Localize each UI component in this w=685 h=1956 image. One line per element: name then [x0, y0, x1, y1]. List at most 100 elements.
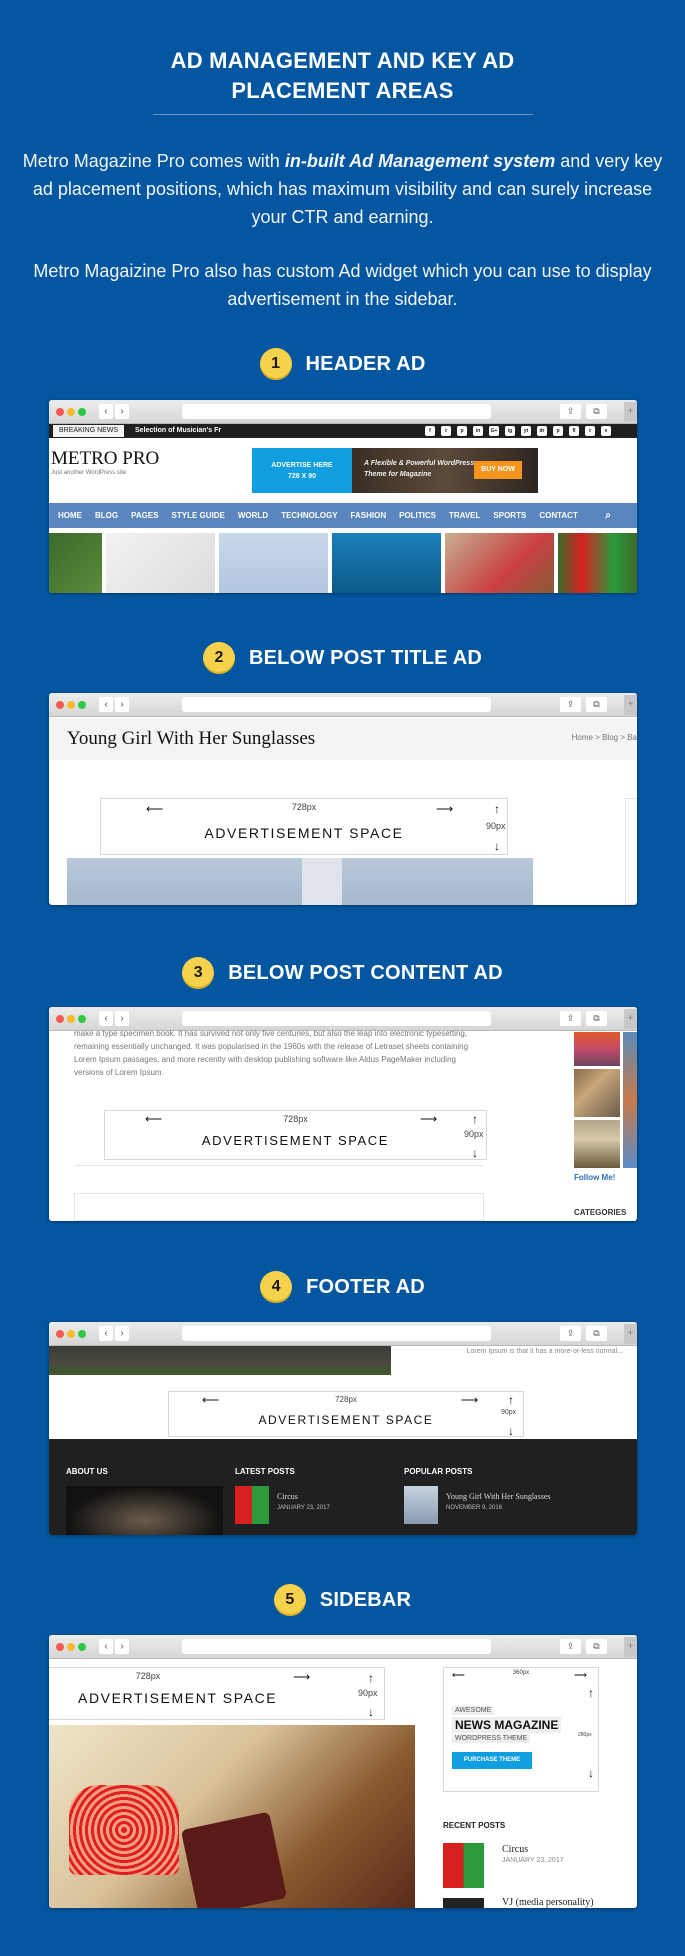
address-bar[interactable] — [182, 1639, 491, 1654]
back-button[interactable]: ‹ — [99, 404, 113, 419]
breadcrumb[interactable]: Home > Blog > Ba — [572, 733, 637, 742]
featured-thumbnail[interactable] — [332, 533, 441, 593]
latest-post-title[interactable]: Circus — [277, 1492, 298, 1501]
instagram-thumb[interactable] — [574, 1032, 620, 1066]
maximize-window-icon[interactable] — [78, 701, 86, 709]
new-tab-button[interactable]: + — [624, 1009, 637, 1029]
share-icon[interactable]: ⇪ — [560, 697, 581, 712]
new-tab-button[interactable]: + — [624, 1637, 637, 1657]
share-icon[interactable]: ⇪ — [560, 1639, 581, 1654]
tabs-icon[interactable]: ⧉ — [586, 404, 607, 419]
sidebar-ad-360x280[interactable]: ⟵ 360px ⟶ ↑ 280px ↓ AWESOME NEWS MAGAZIN… — [443, 1667, 599, 1792]
latest-post-thumb[interactable] — [235, 1486, 269, 1524]
tabs-icon[interactable]: ⧉ — [586, 1326, 607, 1341]
ad-space-728x90[interactable]: 728px ⟶ ↑ 90px ↓ ADVERTISEMENT SPACE — [49, 1667, 385, 1720]
forward-button[interactable]: › — [115, 1326, 129, 1341]
address-bar[interactable] — [182, 1011, 491, 1026]
instagram-thumb[interactable] — [574, 1120, 620, 1168]
share-icon[interactable]: ⇪ — [560, 1326, 581, 1341]
instagram-thumb[interactable] — [574, 1069, 620, 1117]
close-window-icon[interactable] — [56, 1643, 64, 1651]
close-window-icon[interactable] — [56, 1330, 64, 1338]
search-icon[interactable]: ⌕ — [605, 510, 611, 521]
forward-button[interactable]: › — [115, 1011, 129, 1026]
tabs-icon[interactable]: ⧉ — [586, 697, 607, 712]
popular-post-title[interactable]: Young Girl With Her Sunglasses — [446, 1492, 551, 1501]
social-icon[interactable]: yt — [521, 426, 531, 436]
nav-item[interactable]: WORLD — [238, 511, 268, 520]
new-tab-button[interactable]: + — [624, 695, 637, 715]
close-window-icon[interactable] — [56, 1015, 64, 1023]
nav-item[interactable]: CONTACT — [539, 511, 578, 520]
maximize-window-icon[interactable] — [78, 1015, 86, 1023]
nav-item[interactable]: TRAVEL — [449, 511, 480, 520]
new-tab-button[interactable]: + — [624, 402, 637, 422]
nav-item[interactable]: SPORTS — [493, 511, 526, 520]
forward-button[interactable]: › — [115, 404, 129, 419]
social-icon[interactable]: G+ — [489, 426, 499, 436]
back-button[interactable]: ‹ — [99, 1639, 113, 1654]
social-icon[interactable]: p — [457, 426, 467, 436]
featured-thumbnail[interactable] — [49, 533, 102, 593]
minimize-window-icon[interactable] — [67, 408, 75, 416]
nav-item[interactable]: FASHION — [351, 511, 387, 520]
purchase-theme-button[interactable]: PURCHASE THEME — [452, 1752, 532, 1769]
featured-thumbnail[interactable] — [106, 533, 215, 593]
featured-thumbnail[interactable] — [219, 533, 328, 593]
nav-item[interactable]: TECHNOLOGY — [281, 511, 337, 520]
featured-thumbnail[interactable] — [558, 533, 637, 593]
featured-thumbnail[interactable] — [445, 533, 554, 593]
close-window-icon[interactable] — [56, 408, 64, 416]
address-bar[interactable] — [182, 697, 491, 712]
buy-now-button[interactable]: BUY NOW — [474, 461, 522, 479]
close-window-icon[interactable] — [56, 701, 64, 709]
maximize-window-icon[interactable] — [78, 1330, 86, 1338]
minimize-window-icon[interactable] — [67, 701, 75, 709]
social-icon[interactable]: t — [441, 426, 451, 436]
social-icon[interactable]: f — [425, 426, 435, 436]
tabs-icon[interactable]: ⧉ — [586, 1011, 607, 1026]
instagram-thumb[interactable] — [623, 1032, 637, 1168]
minimize-window-icon[interactable] — [67, 1330, 75, 1338]
ad-space-728x90[interactable]: ⟵ 728px ⟶ ↑ 90px ↓ ADVERTISEMENT SPACE — [104, 1110, 487, 1160]
tabs-icon[interactable]: ⧉ — [586, 1639, 607, 1654]
back-button[interactable]: ‹ — [99, 1011, 113, 1026]
nav-item[interactable]: BLOG — [95, 511, 118, 520]
breaking-news-ticker[interactable]: Selection of Musician's Fr — [135, 425, 221, 437]
maximize-window-icon[interactable] — [78, 1643, 86, 1651]
maximize-window-icon[interactable] — [78, 408, 86, 416]
arrow-down-icon: ↓ — [368, 1705, 374, 1719]
social-icon[interactable]: in — [473, 426, 483, 436]
recent-post-thumb[interactable] — [443, 1843, 484, 1888]
nav-item[interactable]: POLITICS — [399, 511, 436, 520]
share-icon[interactable]: ⇪ — [560, 1011, 581, 1026]
site-logo[interactable]: METRO PRO — [51, 448, 159, 470]
ad-space-728x90[interactable]: ⟵ 728px ⟶ ↑ 90px ↓ ADVERTISEMENT SPACE — [100, 798, 508, 855]
nav-item[interactable]: STYLE GUIDE — [172, 511, 225, 520]
recent-post-title[interactable]: Circus — [502, 1844, 528, 1855]
nav-item[interactable]: HOME — [58, 511, 82, 520]
forward-button[interactable]: › — [115, 1639, 129, 1654]
popular-post-thumb[interactable] — [404, 1486, 438, 1524]
recent-post-title[interactable]: VJ (media personality) — [502, 1897, 594, 1908]
share-icon[interactable]: ⇪ — [560, 404, 581, 419]
new-tab-button[interactable]: + — [624, 1324, 637, 1344]
follow-me-link[interactable]: Follow Me! — [574, 1173, 615, 1182]
address-bar[interactable] — [182, 404, 491, 419]
back-button[interactable]: ‹ — [99, 1326, 113, 1341]
social-icon[interactable]: ig — [505, 426, 515, 436]
header-ad-banner[interactable]: ADVERTISE HERE 728 X 90 A Flexible & Pow… — [252, 448, 538, 493]
social-icon[interactable]: p — [553, 426, 563, 436]
back-button[interactable]: ‹ — [99, 697, 113, 712]
social-icon[interactable]: t — [585, 426, 595, 436]
nav-item[interactable]: PAGES — [131, 511, 158, 520]
address-bar[interactable] — [182, 1326, 491, 1341]
recent-post-thumb[interactable] — [443, 1898, 484, 1908]
minimize-window-icon[interactable] — [67, 1643, 75, 1651]
social-icon[interactable]: dr — [537, 426, 547, 436]
social-icon[interactable]: v — [601, 426, 611, 436]
ad-space-728x90[interactable]: ⟵ 728px ⟶ ↑ 90px ↓ ADVERTISEMENT SPACE — [168, 1391, 524, 1437]
forward-button[interactable]: › — [115, 697, 129, 712]
minimize-window-icon[interactable] — [67, 1015, 75, 1023]
social-icon[interactable]: fl — [569, 426, 579, 436]
